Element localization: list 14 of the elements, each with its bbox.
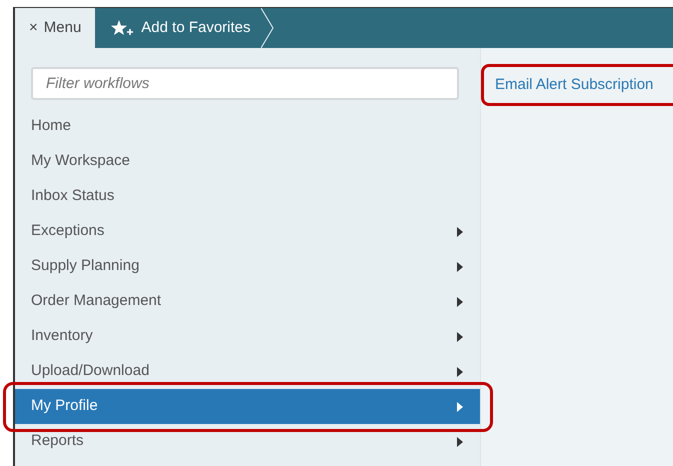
menu-item[interactable]: Supply Planning — [15, 249, 480, 284]
menu-item[interactable]: Upload/Download — [15, 354, 480, 389]
menu-item[interactable]: My Workspace — [15, 144, 480, 179]
menu-tab[interactable]: × Menu — [15, 8, 96, 48]
menu-item[interactable]: Inbox Status — [15, 179, 480, 214]
menu-item[interactable]: Inventory — [15, 319, 480, 354]
menu-item[interactable]: My Profile — [15, 389, 480, 424]
submenu-link[interactable]: Email Alert Subscription — [495, 74, 654, 96]
menu-item[interactable]: Home — [15, 109, 480, 144]
menu-item[interactable]: Exceptions — [15, 214, 480, 249]
star-plus-icon — [111, 20, 134, 36]
filter-field[interactable]: Filter workflows — [31, 67, 459, 100]
menu-item[interactable]: Reports — [15, 424, 480, 459]
menu-item[interactable]: Order Management — [15, 284, 480, 319]
